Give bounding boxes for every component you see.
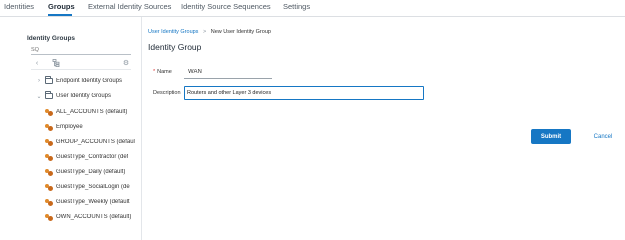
user-group-icon bbox=[45, 183, 53, 191]
tree-folder-user[interactable]: ⌄ User Identity Groups bbox=[36, 91, 111, 101]
identity-groups-panel: Identity Groups ‹ ⚙ › Endpoint Identity … bbox=[0, 17, 142, 240]
identity-groups-title: Identity Groups bbox=[27, 35, 76, 42]
chevron-right-icon[interactable]: › bbox=[36, 78, 42, 84]
folder-icon bbox=[45, 91, 53, 99]
tab-groups[interactable]: Groups bbox=[48, 2, 75, 11]
breadcrumb-link-user-identity-groups[interactable]: User Identity Groups bbox=[148, 29, 198, 35]
tree-item-label: GuestType_Contractor (def bbox=[56, 154, 129, 160]
user-group-icon bbox=[45, 123, 53, 131]
description-label: Description bbox=[153, 90, 181, 96]
tree-item-label: OWN_ACCOUNTS (default) bbox=[56, 214, 132, 220]
name-field[interactable] bbox=[184, 66, 272, 79]
tree-item-label: GuestType_SocialLogin (de bbox=[56, 184, 130, 190]
tree-toolbar: ‹ ⚙ bbox=[31, 57, 131, 70]
tree-item[interactable]: GuestType_SocialLogin (de bbox=[45, 182, 135, 192]
cancel-button[interactable]: Cancel bbox=[588, 129, 618, 144]
tree-item[interactable]: Employee bbox=[45, 122, 135, 132]
user-group-icon bbox=[45, 213, 53, 221]
tree-item[interactable]: ALL_ACCOUNTS (default) bbox=[45, 107, 135, 117]
gear-icon[interactable]: ⚙ bbox=[121, 58, 131, 68]
tree-item-label: GuestType_Weekly (default bbox=[56, 199, 130, 205]
active-tab-indicator bbox=[48, 14, 72, 16]
breadcrumb-current: New User Identity Group bbox=[210, 29, 271, 35]
tab-identities[interactable]: Identities bbox=[4, 2, 34, 11]
folder-icon bbox=[45, 76, 53, 84]
tree-folder-label: Endpoint Identity Groups bbox=[56, 78, 123, 84]
description-field[interactable]: Routers and other Layer 3 devices bbox=[184, 86, 424, 100]
user-group-icon bbox=[45, 168, 53, 176]
tab-settings[interactable]: Settings bbox=[283, 2, 310, 11]
search-box bbox=[31, 45, 131, 55]
tab-identity-source-sequences[interactable]: Identity Source Sequences bbox=[181, 2, 271, 11]
tree-search-input[interactable] bbox=[31, 45, 131, 54]
chevron-left-icon[interactable]: ‹ bbox=[32, 58, 42, 68]
user-group-icon bbox=[45, 198, 53, 206]
page-title: Identity Group bbox=[148, 42, 202, 52]
tree-item-label: GROUP_ACCOUNTS (default bbox=[55, 139, 135, 145]
tree-icon[interactable] bbox=[51, 58, 61, 68]
tree-item-label: Employee bbox=[56, 124, 83, 130]
name-label: * Name bbox=[153, 69, 172, 75]
tree-item[interactable]: GuestType_Weekly (default bbox=[45, 197, 135, 207]
user-group-icon bbox=[45, 153, 53, 161]
tree-folder-label: User Identity Groups bbox=[56, 93, 112, 99]
tree-item[interactable]: OWN_ACCOUNTS (default) bbox=[45, 212, 135, 222]
tree-item[interactable]: GuestType_Daily (default) bbox=[45, 167, 135, 177]
required-marker: * bbox=[153, 69, 156, 75]
submit-button[interactable]: Submit bbox=[531, 129, 571, 144]
top-tab-bar: Identities Groups External Identity Sour… bbox=[0, 0, 625, 17]
breadcrumb: User Identity Groups > New User Identity… bbox=[148, 29, 271, 35]
tree-item-label: GuestType_Daily (default) bbox=[56, 169, 126, 175]
user-group-icon bbox=[45, 108, 53, 116]
breadcrumb-separator: > bbox=[202, 29, 207, 35]
tab-external-identity-sources[interactable]: External Identity Sources bbox=[88, 2, 171, 11]
user-group-icon bbox=[45, 138, 53, 146]
chevron-down-icon[interactable]: ⌄ bbox=[36, 93, 42, 100]
tree-folder-endpoint[interactable]: › Endpoint Identity Groups bbox=[36, 76, 122, 86]
tree-item[interactable]: GuestType_Contractor (def bbox=[45, 152, 135, 162]
tree-item-label: ALL_ACCOUNTS (default) bbox=[56, 109, 128, 115]
name-label-text: Name bbox=[157, 69, 172, 75]
tree-item[interactable]: GROUP_ACCOUNTS (default bbox=[45, 137, 135, 147]
